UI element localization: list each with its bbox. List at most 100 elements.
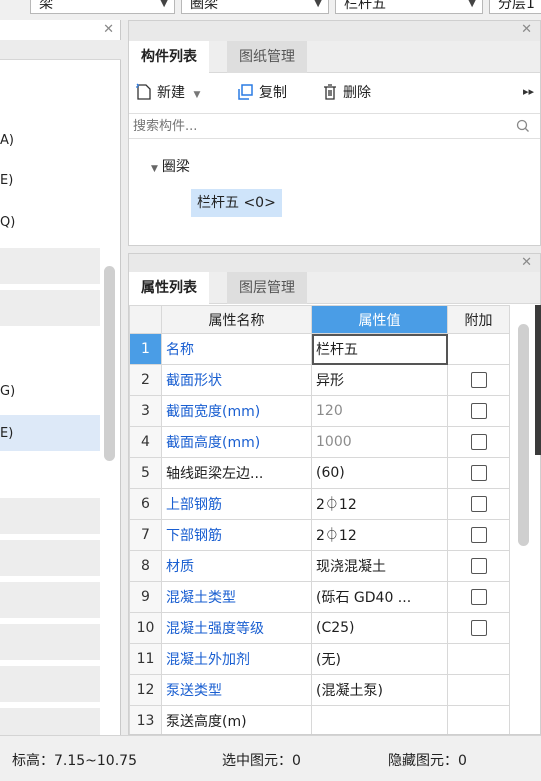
list-row-selected[interactable] [0, 415, 100, 451]
extra-checkbox[interactable] [470, 372, 487, 388]
list-row[interactable] [0, 624, 100, 660]
row-number: 7 [129, 519, 162, 551]
list-row[interactable] [0, 666, 100, 702]
property-value[interactable]: 120 [311, 395, 448, 427]
component-tabs: 构件列表 图纸管理 [129, 41, 540, 73]
panel-titlebar: ✕ [129, 21, 540, 41]
list-item[interactable]: A) [0, 133, 14, 148]
component-dropdown[interactable]: 栏杆五 ▼ [335, 0, 483, 14]
property-value[interactable]: 2⏀12 [311, 488, 448, 520]
table-row[interactable]: 7 下部钢筋 2⏀12 [129, 519, 510, 551]
property-name: 轴线距梁左边... [161, 457, 312, 489]
tree-node-selected[interactable]: 栏杆五 <0> [191, 189, 282, 217]
extra-checkbox[interactable] [470, 496, 487, 512]
property-value[interactable]: (砾石 GD40 ... [311, 581, 448, 613]
table-row[interactable]: 13 泵送高度(m) [129, 705, 510, 734]
scrollbar[interactable] [518, 324, 529, 546]
column-header-value[interactable]: 属性值 [311, 305, 448, 334]
list-item[interactable]: E) [0, 173, 13, 188]
chevron-down-icon: ▼ [468, 0, 476, 9]
left-panel: ✕ A) E) Q) G) E) [0, 20, 121, 744]
property-name: 混凝土类型 [161, 581, 312, 613]
property-name: 截面形状 [161, 364, 312, 396]
list-item[interactable]: Q) [0, 215, 15, 230]
list-row[interactable] [0, 540, 100, 576]
tree-group[interactable]: ▼ 圈梁 [151, 156, 190, 176]
property-value[interactable]: 现浇混凝土 [311, 550, 448, 582]
property-value[interactable]: 2⏀12 [311, 519, 448, 551]
extra-checkbox[interactable] [470, 434, 487, 450]
extra-checkbox[interactable] [470, 589, 487, 605]
property-value[interactable]: (C25) [311, 612, 448, 644]
scrollbar[interactable] [104, 266, 115, 461]
component-search [129, 113, 540, 139]
category-dropdown[interactable]: 梁 ▼ [30, 0, 175, 14]
table-row[interactable]: 6 上部钢筋 2⏀12 [129, 488, 510, 520]
copy-button[interactable]: 复制 [235, 81, 287, 105]
layer-dropdown[interactable]: 分层1 [489, 0, 541, 14]
filter-bar: 梁 ▼ 圈梁 ▼ 栏杆五 ▼ 分层1 [0, 0, 541, 20]
property-name: 名称 [161, 333, 312, 365]
close-icon[interactable]: ✕ [521, 22, 532, 37]
search-input[interactable] [129, 114, 489, 138]
list-item[interactable]: G) [0, 384, 15, 399]
property-value[interactable]: 异形 [311, 364, 448, 396]
property-name: 泵送高度(m) [161, 705, 312, 734]
property-value[interactable]: (混凝土泵) [311, 674, 448, 706]
property-value[interactable]: (60) [311, 457, 448, 489]
table-row[interactable]: 2 截面形状 异形 [129, 364, 510, 396]
extra-cell [447, 643, 510, 675]
more-icon[interactable]: ▸▸ [523, 85, 534, 98]
delete-button[interactable]: 删除 [321, 81, 371, 105]
list-row[interactable] [0, 290, 100, 326]
tab-component-list[interactable]: 构件列表 [129, 41, 209, 73]
search-icon[interactable] [516, 119, 530, 133]
property-value[interactable]: 1000 [311, 426, 448, 458]
table-row[interactable]: 10 混凝土强度等级 (C25) [129, 612, 510, 644]
table-row[interactable]: 8 材质 现浇混凝土 [129, 550, 510, 582]
property-tabs: 属性列表 图层管理 [129, 272, 540, 304]
tab-drawing-management[interactable]: 图纸管理 [227, 41, 307, 73]
property-name: 混凝土强度等级 [161, 612, 312, 644]
row-number: 4 [129, 426, 162, 458]
row-number: 11 [129, 643, 162, 675]
chevron-down-icon: ▼ [193, 90, 201, 100]
table-row[interactable]: 4 截面高度(mm) 1000 [129, 426, 510, 458]
close-icon[interactable]: ✕ [521, 255, 532, 270]
extra-checkbox[interactable] [470, 558, 487, 574]
table-row[interactable]: 3 截面宽度(mm) 120 [129, 395, 510, 427]
tab-property-list[interactable]: 属性列表 [129, 272, 209, 304]
close-icon[interactable]: ✕ [103, 22, 114, 37]
copy-icon [238, 84, 253, 100]
extra-checkbox[interactable] [470, 527, 487, 543]
type-dropdown[interactable]: 圈梁 ▼ [181, 0, 329, 14]
table-row[interactable]: 5 轴线距梁左边... (60) [129, 457, 510, 489]
property-name: 截面高度(mm) [161, 426, 312, 458]
caret-down-icon[interactable]: ▼ [151, 164, 158, 174]
table-row[interactable]: 9 混凝土类型 (砾石 GD40 ... [129, 581, 510, 613]
list-row[interactable] [0, 248, 100, 284]
side-dock-handle[interactable] [535, 305, 541, 455]
list-row[interactable] [0, 498, 100, 534]
list-row[interactable] [0, 582, 100, 618]
extra-checkbox[interactable] [470, 403, 487, 419]
list-item[interactable]: E) [0, 426, 13, 441]
extra-checkbox[interactable] [470, 465, 487, 481]
row-number: 10 [129, 612, 162, 644]
status-bar: 标高：7.15~10.75 选中图元：0 隐藏图元：0 [0, 735, 541, 781]
table-row[interactable]: 1 名称 栏杆五 [129, 333, 510, 365]
row-number: 13 [129, 705, 162, 734]
extra-checkbox[interactable] [470, 620, 487, 636]
property-value-input[interactable]: 栏杆五 [311, 333, 448, 365]
new-button[interactable]: 新建 ▼ [135, 81, 200, 105]
property-name: 上部钢筋 [161, 488, 312, 520]
table-row[interactable]: 12 泵送类型 (混凝土泵) [129, 674, 510, 706]
row-number: 12 [129, 674, 162, 706]
component-list-panel: ✕ 构件列表 图纸管理 新建 ▼ 复制 删除 ▸▸ ▼圈梁 栏杆五 <0> [128, 20, 541, 246]
property-value[interactable]: (无) [311, 643, 448, 675]
hidden-count: 隐藏图元：0 [388, 753, 467, 769]
property-value[interactable] [311, 705, 448, 734]
table-row[interactable]: 11 混凝土外加剂 (无) [129, 643, 510, 675]
column-header-name: 属性名称 [161, 305, 312, 334]
tab-layer-management[interactable]: 图层管理 [227, 272, 307, 304]
